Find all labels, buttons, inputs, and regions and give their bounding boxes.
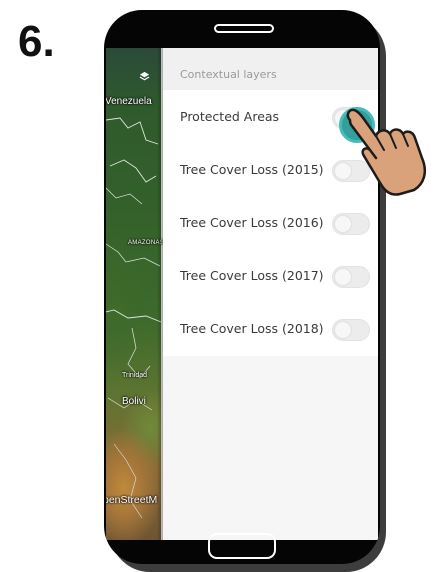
home-button[interactable] [208, 533, 276, 559]
panel-header: Contextual layers [163, 48, 378, 90]
layer-label: Tree Cover Loss (2017) [180, 268, 324, 283]
step-number: 6. [18, 17, 55, 66]
map-label-venezuela: Venezuela [106, 96, 152, 107]
toggle-knob [335, 269, 351, 285]
tree-cover-loss-2017-toggle[interactable] [332, 266, 370, 288]
map-label-bolivia: Bolivi [122, 396, 146, 407]
layer-label: Tree Cover Loss (2015) [180, 162, 324, 177]
phone-screen: Venezuela AMAZONAS Trinidad Bolivi penSt… [106, 48, 378, 540]
layer-row-tree-cover-loss-2018[interactable]: Tree Cover Loss (2018) [163, 302, 378, 355]
map-attribution[interactable]: penStreetM [106, 494, 157, 506]
layer-row-tree-cover-loss-2016[interactable]: Tree Cover Loss (2016) [163, 196, 378, 249]
toggle-knob [335, 322, 351, 338]
tree-cover-loss-2018-toggle[interactable] [332, 319, 370, 341]
pointing-hand-icon [346, 108, 426, 196]
layer-label: Protected Areas [180, 109, 280, 124]
layers-icon[interactable] [139, 71, 150, 82]
map-view[interactable]: Venezuela AMAZONAS Trinidad Bolivi penSt… [106, 48, 164, 540]
map-borders [106, 117, 161, 519]
phone-speaker [214, 24, 274, 33]
panel-title: Contextual layers [180, 68, 277, 81]
tree-cover-loss-2016-toggle[interactable] [332, 213, 370, 235]
toggle-knob [335, 216, 351, 232]
phone-frame: Venezuela AMAZONAS Trinidad Bolivi penSt… [104, 10, 380, 564]
map-label-trinidad: Trinidad [122, 372, 148, 379]
layer-label: Tree Cover Loss (2016) [180, 215, 324, 230]
layer-label: Tree Cover Loss (2018) [180, 321, 324, 336]
layer-row-tree-cover-loss-2017[interactable]: Tree Cover Loss (2017) [163, 249, 378, 302]
